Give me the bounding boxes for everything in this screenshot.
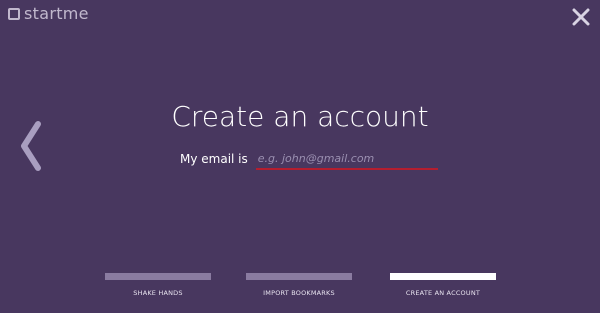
- welcome-screen: startme Create an account My email is SH…: [0, 0, 600, 313]
- step-bar: [390, 273, 496, 280]
- email-label: My email is: [180, 152, 248, 166]
- step-bar: [246, 273, 352, 280]
- step-label: SHAKE HANDS: [133, 289, 183, 297]
- page-title: Create an account: [171, 100, 429, 133]
- step-create-account[interactable]: CREATE AN ACCOUNT: [389, 273, 497, 297]
- email-field[interactable]: [255, 148, 438, 170]
- step-bar: [105, 273, 211, 280]
- startme-logo: startme: [8, 6, 89, 22]
- close-icon: [572, 8, 590, 26]
- step-label: IMPORT BOOKMARKS: [263, 289, 335, 297]
- close-button[interactable]: [572, 8, 590, 26]
- logo-mark-icon: [8, 8, 20, 20]
- step-progress: SHAKE HANDS IMPORT BOOKMARKS CREATE AN A…: [98, 273, 508, 307]
- email-row: My email is: [180, 148, 438, 170]
- logo-text: startme: [24, 4, 89, 23]
- step-label: CREATE AN ACCOUNT: [405, 289, 481, 297]
- step-import-bookmarks[interactable]: IMPORT BOOKMARKS: [245, 273, 353, 297]
- step-shake-hands[interactable]: SHAKE HANDS: [104, 273, 212, 297]
